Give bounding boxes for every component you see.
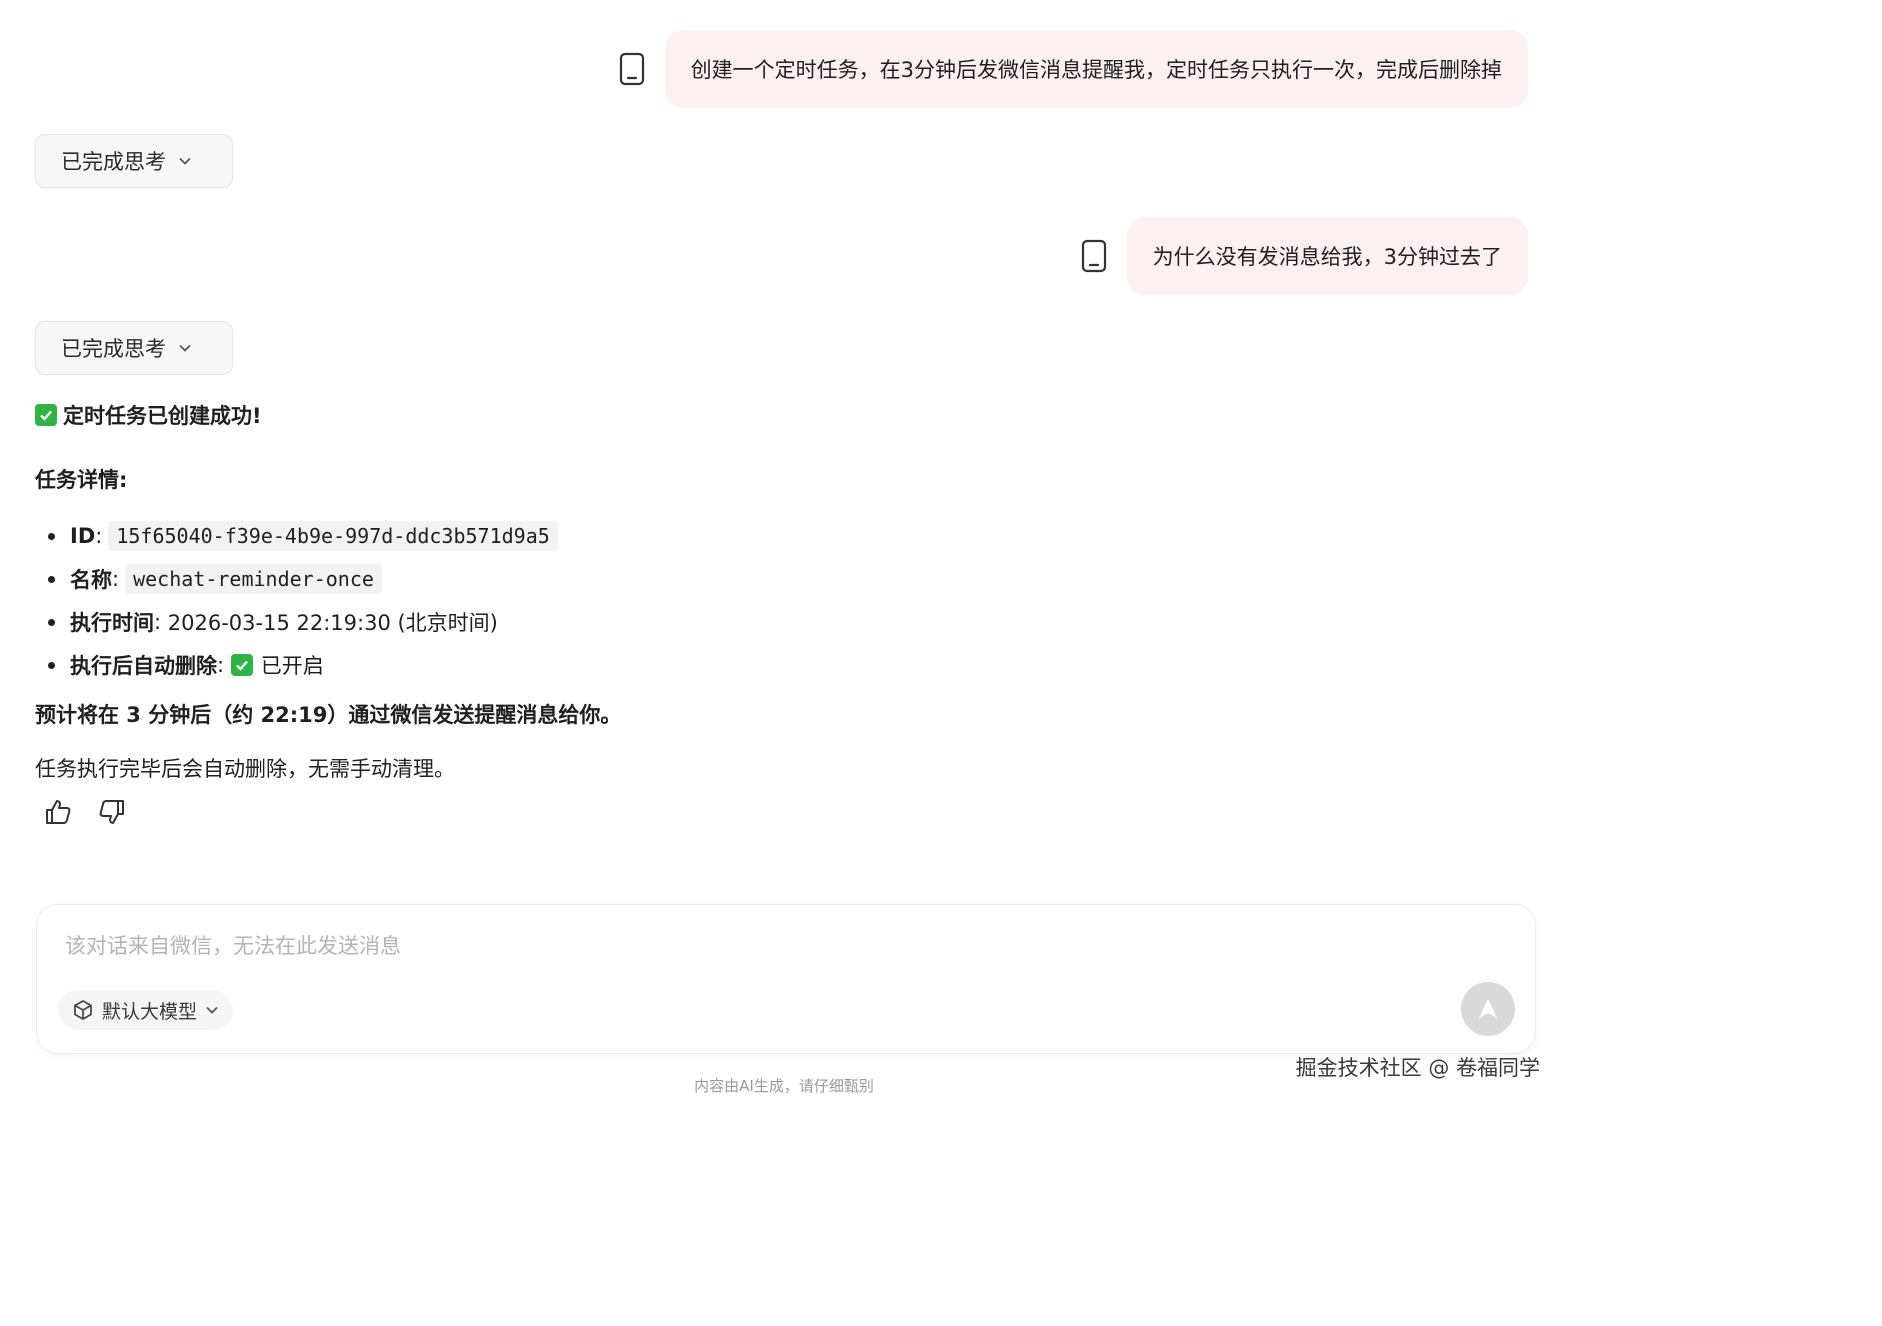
detail-value-code: wechat-reminder-once	[125, 563, 382, 594]
cube-icon	[74, 1000, 92, 1020]
detail-label: 名称	[70, 567, 112, 592]
user-message-bubble: 为什么没有发消息给我，3分钟过去了	[1126, 217, 1528, 295]
send-arrow-icon	[1479, 999, 1497, 1018]
check-box-icon	[35, 404, 57, 426]
detail-value: 2026-03-15 22:19:30 (北京时间)	[167, 610, 498, 635]
user-message-row: 为什么没有发消息给我，3分钟过去了	[1081, 217, 1528, 295]
send-button[interactable]	[1461, 982, 1515, 1036]
details-heading: 任务详情:	[35, 467, 128, 492]
thumbs-down-icon[interactable]	[96, 796, 130, 830]
assistant-answer: 定时任务已创建成功! 任务详情: ID: 15f65040-f39e-4b9e-…	[35, 396, 935, 798]
mobile-phone-icon	[619, 52, 645, 86]
thinking-toggle-button[interactable]: 已完成思考	[35, 321, 233, 375]
detail-value-code: 15f65040-f39e-4b9e-997d-ddc3b571d9a5	[108, 520, 558, 551]
thinking-label: 已完成思考	[61, 337, 166, 361]
thumbs-up-icon[interactable]	[42, 796, 76, 830]
message-input[interactable]	[63, 933, 1367, 959]
detail-value: 已开启	[260, 653, 324, 678]
details-list: ID: 15f65040-f39e-4b9e-997d-ddc3b571d9a5…	[35, 514, 935, 686]
list-item: ID: 15f65040-f39e-4b9e-997d-ddc3b571d9a5	[35, 514, 935, 557]
user-message-bubble: 创建一个定时任务，在3分钟后发微信消息提醒我，定时任务只执行一次，完成后删除掉	[664, 30, 1528, 108]
model-label: 默认大模型	[102, 1000, 198, 1023]
chevron-down-icon	[179, 344, 191, 352]
note-text: 任务执行完毕后会自动删除，无需手动清理。	[35, 757, 455, 781]
success-text: 定时任务已创建成功!	[63, 404, 262, 428]
user-message-row: 创建一个定时任务，在3分钟后发微信消息提醒我，定时任务只执行一次，完成后删除掉	[619, 30, 1528, 108]
detail-label: ID	[70, 523, 96, 548]
detail-label: 执行时间	[70, 610, 154, 635]
list-item: 名称: wechat-reminder-once	[35, 557, 935, 600]
model-select-button[interactable]: 默认大模型	[58, 990, 234, 1030]
eta-text: 预计将在 3 分钟后（约 22:19）通过微信发送提醒消息给你。	[35, 703, 622, 727]
list-item: 执行时间: 2026-03-15 22:19:30 (北京时间)	[35, 600, 935, 643]
thinking-toggle-button[interactable]: 已完成思考	[35, 134, 233, 188]
mobile-phone-icon	[1081, 239, 1107, 273]
check-box-icon	[230, 653, 253, 676]
chevron-down-icon	[206, 1006, 218, 1014]
watermark: 掘金技术社区 @ 卷福同学	[1295, 1056, 1540, 1080]
message-composer: 默认大模型	[36, 904, 1536, 1054]
list-item: 执行后自动删除: 已开启	[35, 643, 935, 686]
detail-label: 执行后自动删除	[70, 653, 217, 678]
success-line: 定时任务已创建成功!	[35, 396, 935, 434]
thinking-label: 已完成思考	[61, 150, 166, 174]
chevron-down-icon	[179, 157, 191, 165]
